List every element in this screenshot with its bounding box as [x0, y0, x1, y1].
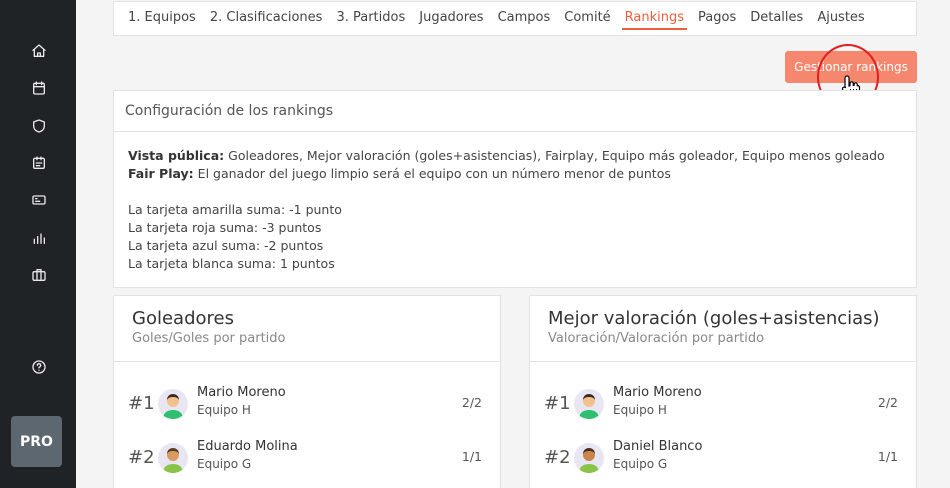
player-avatar: [158, 443, 188, 473]
player-score: 1/1: [877, 449, 898, 464]
player-name: Mario Moreno: [613, 385, 702, 400]
tab-ajustes[interactable]: Ajustes: [817, 1, 864, 36]
player-avatar: [158, 389, 188, 419]
player-team: Equipo H: [197, 403, 251, 417]
ranking-row[interactable]: #1 Mario Moreno Equipo H 2/2: [114, 385, 500, 425]
ticket-icon[interactable]: [28, 189, 50, 211]
public-view-value: Goleadores, Mejor valoración (goles+asis…: [228, 148, 885, 163]
rank-number: #2: [128, 447, 155, 468]
ranking-row[interactable]: #1 Mario Moreno Equipo H 2/2: [530, 385, 916, 425]
tab-comite[interactable]: Comité: [564, 1, 610, 36]
tab-jugadores[interactable]: Jugadores: [419, 1, 483, 36]
sidebar: PRO: [0, 0, 76, 488]
ranking-row[interactable]: #2 Eduardo Molina Equipo G 1/1: [114, 439, 500, 479]
rank-number: #1: [544, 393, 571, 414]
calendar-icon[interactable]: [28, 77, 50, 99]
fair-play-label: Fair Play:: [128, 166, 194, 181]
rank-number: #1: [128, 393, 155, 414]
player-score: 1/1: [461, 449, 482, 464]
white-card-rule: La tarjeta blanca suma: 1 puntos: [128, 256, 335, 271]
bar-chart-icon[interactable]: [28, 227, 50, 249]
fair-play-line: Fair Play: El ganador del juego limpio s…: [128, 165, 916, 183]
ranking-card-goleadores: Goleadores Goles/Goles por partido #1 Ma…: [113, 295, 501, 488]
fair-play-value: El ganador del juego limpio será el equi…: [197, 166, 671, 181]
tab-partidos[interactable]: 3. Partidos: [336, 1, 405, 36]
player-team: Equipo G: [613, 457, 668, 471]
tab-detalles[interactable]: Detalles: [750, 1, 803, 36]
briefcase-icon[interactable]: [28, 264, 50, 286]
rankings-config-panel: Configuración de los rankings Vista públ…: [113, 90, 917, 288]
tab-bar: 1. Equipos 2. Clasificaciones 3. Partido…: [113, 1, 917, 36]
card-title: Mejor valoración (goles+asistencias): [548, 308, 880, 329]
yellow-card-rule: La tarjeta amarilla suma: -1 punto: [128, 202, 342, 217]
player-name: Mario Moreno: [197, 385, 286, 400]
pro-badge[interactable]: PRO: [11, 416, 62, 467]
player-avatar: [574, 443, 604, 473]
rank-number: #2: [544, 447, 571, 468]
card-subtitle: Valoración/Valoración por partido: [548, 331, 765, 346]
player-name: Daniel Blanco: [613, 439, 703, 454]
ranking-card-mejor-valoracion: Mejor valoración (goles+asistencias) Val…: [529, 295, 917, 488]
player-avatar: [574, 389, 604, 419]
red-card-rule: La tarjeta roja suma: -3 puntos: [128, 220, 322, 235]
blue-card-rule: La tarjeta azul suma: -2 puntos: [128, 238, 324, 253]
home-icon[interactable]: [28, 40, 50, 62]
tab-rankings[interactable]: Rankings: [621, 1, 688, 36]
player-score: 2/2: [877, 395, 898, 410]
public-view-label: Vista pública:: [128, 148, 225, 163]
tab-campos[interactable]: Campos: [498, 1, 551, 36]
shield-icon[interactable]: [28, 115, 50, 137]
player-team: Equipo G: [197, 457, 252, 471]
player-team: Equipo H: [613, 403, 667, 417]
public-view-line: Vista pública: Goleadores, Mejor valorac…: [128, 147, 916, 165]
tab-clasificaciones[interactable]: 2. Clasificaciones: [210, 1, 323, 36]
card-title: Goleadores: [132, 308, 234, 329]
tab-pagos[interactable]: Pagos: [698, 1, 736, 36]
tab-equipos[interactable]: 1. Equipos: [128, 1, 196, 36]
ranking-row[interactable]: #2 Daniel Blanco Equipo G 1/1: [530, 439, 916, 479]
player-score: 2/2: [461, 395, 482, 410]
card-subtitle: Goles/Goles por partido: [132, 331, 286, 346]
id-card-icon[interactable]: [28, 152, 50, 174]
player-name: Eduardo Molina: [197, 439, 298, 454]
config-title: Configuración de los rankings: [114, 91, 916, 132]
help-icon[interactable]: [28, 356, 50, 378]
